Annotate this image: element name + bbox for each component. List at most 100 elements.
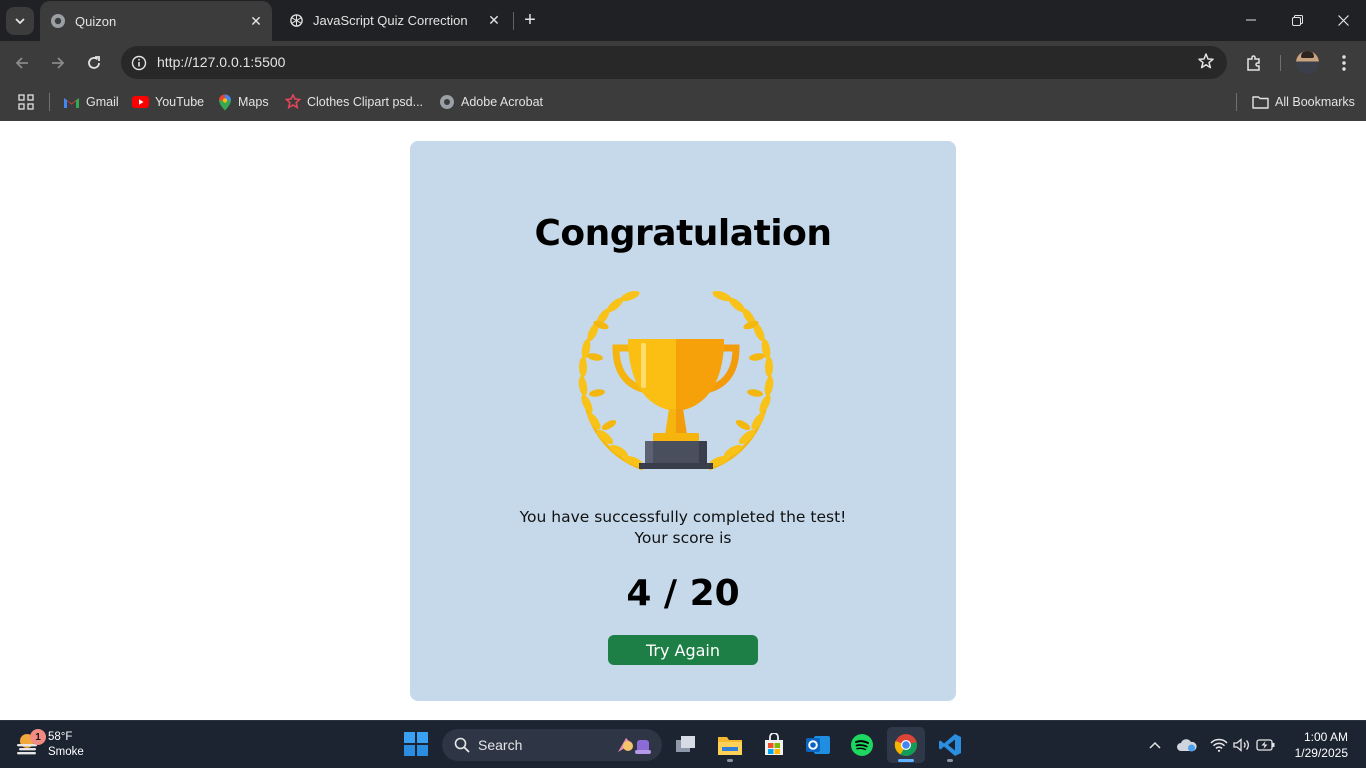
- youtube-icon: [132, 96, 149, 108]
- folder-icon: [1252, 96, 1269, 109]
- bookmark-label: YouTube: [155, 95, 205, 109]
- bookmarks-bar: Gmail YouTube Maps Clothes Clipart psd..…: [0, 84, 1366, 121]
- arrow-left-icon: [15, 57, 28, 69]
- chrome-icon: [894, 734, 917, 756]
- outlook-icon: [806, 736, 830, 754]
- new-tab-button[interactable]: +: [518, 8, 542, 32]
- weather-widget[interactable]: 1 58°F Smoke: [14, 727, 84, 763]
- microsoft-store-app[interactable]: [755, 727, 793, 763]
- start-button[interactable]: [403, 731, 431, 759]
- search-placeholder: Search: [478, 737, 523, 753]
- notification-badge: 1: [30, 729, 46, 745]
- reload-button[interactable]: [79, 48, 109, 78]
- weather-description: Smoke: [48, 746, 84, 758]
- bookmark-label: Maps: [238, 95, 269, 109]
- globe-icon: [440, 95, 454, 109]
- onedrive-tray-icon[interactable]: [1175, 733, 1199, 757]
- tab-javascript-quiz-correction[interactable]: JavaScript Quiz Correction ✕: [278, 0, 510, 41]
- vscode-app[interactable]: [931, 727, 969, 763]
- battery-tray-icon[interactable]: [1254, 733, 1278, 757]
- close-window-button[interactable]: [1320, 0, 1366, 40]
- bookmarks-divider: [49, 93, 50, 111]
- file-explorer-app[interactable]: [711, 727, 749, 763]
- close-icon: [1337, 14, 1349, 26]
- onedrive-icon: [1177, 739, 1197, 752]
- clipart-icon: [285, 94, 301, 110]
- trophy-icon: [578, 291, 774, 471]
- running-indicator: [947, 759, 953, 762]
- chevron-down-icon: [15, 18, 25, 25]
- apps-grid-icon: [18, 94, 34, 110]
- more-vert-icon: [1342, 55, 1346, 71]
- tab-search-button[interactable]: [6, 7, 34, 35]
- bookmark-label: Gmail: [86, 95, 119, 109]
- task-view-button[interactable]: [667, 727, 705, 763]
- windows-taskbar: 1 58°F Smoke Search 1:00 AM 1/29/2025: [0, 720, 1366, 768]
- restore-button[interactable]: [1274, 0, 1320, 40]
- outlook-app[interactable]: [799, 727, 837, 763]
- menu-button[interactable]: [1331, 50, 1357, 76]
- url-text[interactable]: http://127.0.0.1:5500: [157, 54, 285, 70]
- show-hidden-icons-button[interactable]: [1143, 733, 1167, 757]
- tab-title: JavaScript Quiz Correction: [313, 13, 468, 28]
- bookmark-label: Adobe Acrobat: [461, 95, 544, 109]
- score-label: Your score is: [634, 529, 732, 547]
- spotify-icon: [851, 734, 873, 756]
- minimize-icon: [1246, 19, 1256, 21]
- puzzle-icon: [1247, 55, 1260, 71]
- bookmarks-divider: [1236, 93, 1237, 111]
- wifi-icon: [1210, 738, 1228, 752]
- search-icon: [454, 737, 470, 753]
- forward-button[interactable]: [43, 48, 73, 78]
- vscode-icon: [939, 734, 961, 756]
- chatgpt-icon: [288, 13, 304, 29]
- back-button[interactable]: [7, 48, 37, 78]
- close-icon[interactable]: ✕: [246, 11, 266, 31]
- tab-quizon[interactable]: Quizon ✕: [40, 1, 272, 41]
- close-icon[interactable]: ✕: [484, 11, 504, 31]
- search-highlight-icon: [614, 734, 654, 756]
- all-bookmarks-label: All Bookmarks: [1275, 95, 1355, 109]
- extensions-button[interactable]: [1241, 50, 1267, 76]
- maps-icon: [219, 94, 231, 110]
- tab-title: Quizon: [75, 13, 117, 29]
- profile-avatar[interactable]: [1296, 51, 1319, 74]
- arrow-right-icon: [52, 57, 65, 69]
- chrome-app[interactable]: [887, 727, 925, 763]
- store-icon: [765, 733, 783, 755]
- tab-divider: [513, 12, 514, 30]
- toolbar-divider: [1280, 55, 1281, 71]
- task-view-icon: [676, 736, 695, 752]
- folder-icon: [718, 737, 742, 755]
- bookmark-label: Clothes Clipart psd...: [307, 95, 424, 109]
- bookmark-clothes-clipart[interactable]: Clothes Clipart psd...: [285, 91, 423, 113]
- address-bar[interactable]: http://127.0.0.1:5500: [121, 46, 1227, 79]
- page-title: Congratulation: [534, 213, 832, 254]
- bookmark-adobe-acrobat[interactable]: Adobe Acrobat: [439, 91, 543, 113]
- smoke-weather-icon: 1: [14, 729, 46, 759]
- globe-icon: [50, 13, 66, 29]
- try-again-button[interactable]: Try Again: [608, 635, 758, 665]
- clock-time: 1:00 AM: [1303, 730, 1348, 744]
- system-clock[interactable]: 1:00 AM 1/29/2025: [1295, 729, 1348, 761]
- spotify-app[interactable]: [843, 727, 881, 763]
- page-viewport: Congratulation You have successfully com…: [0, 121, 1366, 720]
- bookmark-maps[interactable]: Maps: [218, 91, 269, 113]
- apps-button[interactable]: [18, 91, 34, 113]
- weather-temperature: 58°F: [48, 731, 73, 743]
- reload-icon: [88, 56, 100, 69]
- wifi-tray-icon[interactable]: [1207, 733, 1231, 757]
- bookmark-youtube[interactable]: YouTube: [132, 91, 204, 113]
- site-info-icon[interactable]: [126, 50, 152, 76]
- completion-message: You have successfully completed the test…: [410, 507, 956, 549]
- minimize-button[interactable]: [1228, 0, 1274, 40]
- score-value: 4 / 20: [626, 573, 740, 614]
- bookmark-star-icon[interactable]: [1197, 52, 1215, 75]
- taskbar-search[interactable]: Search: [442, 729, 662, 761]
- battery-charging-icon: [1256, 739, 1275, 751]
- volume-tray-icon[interactable]: [1230, 733, 1254, 757]
- bookmark-gmail[interactable]: Gmail: [63, 91, 119, 113]
- gmail-icon: [63, 95, 80, 109]
- completion-message-line: You have successfully completed the test…: [519, 508, 847, 526]
- all-bookmarks-button[interactable]: All Bookmarks: [1252, 91, 1355, 113]
